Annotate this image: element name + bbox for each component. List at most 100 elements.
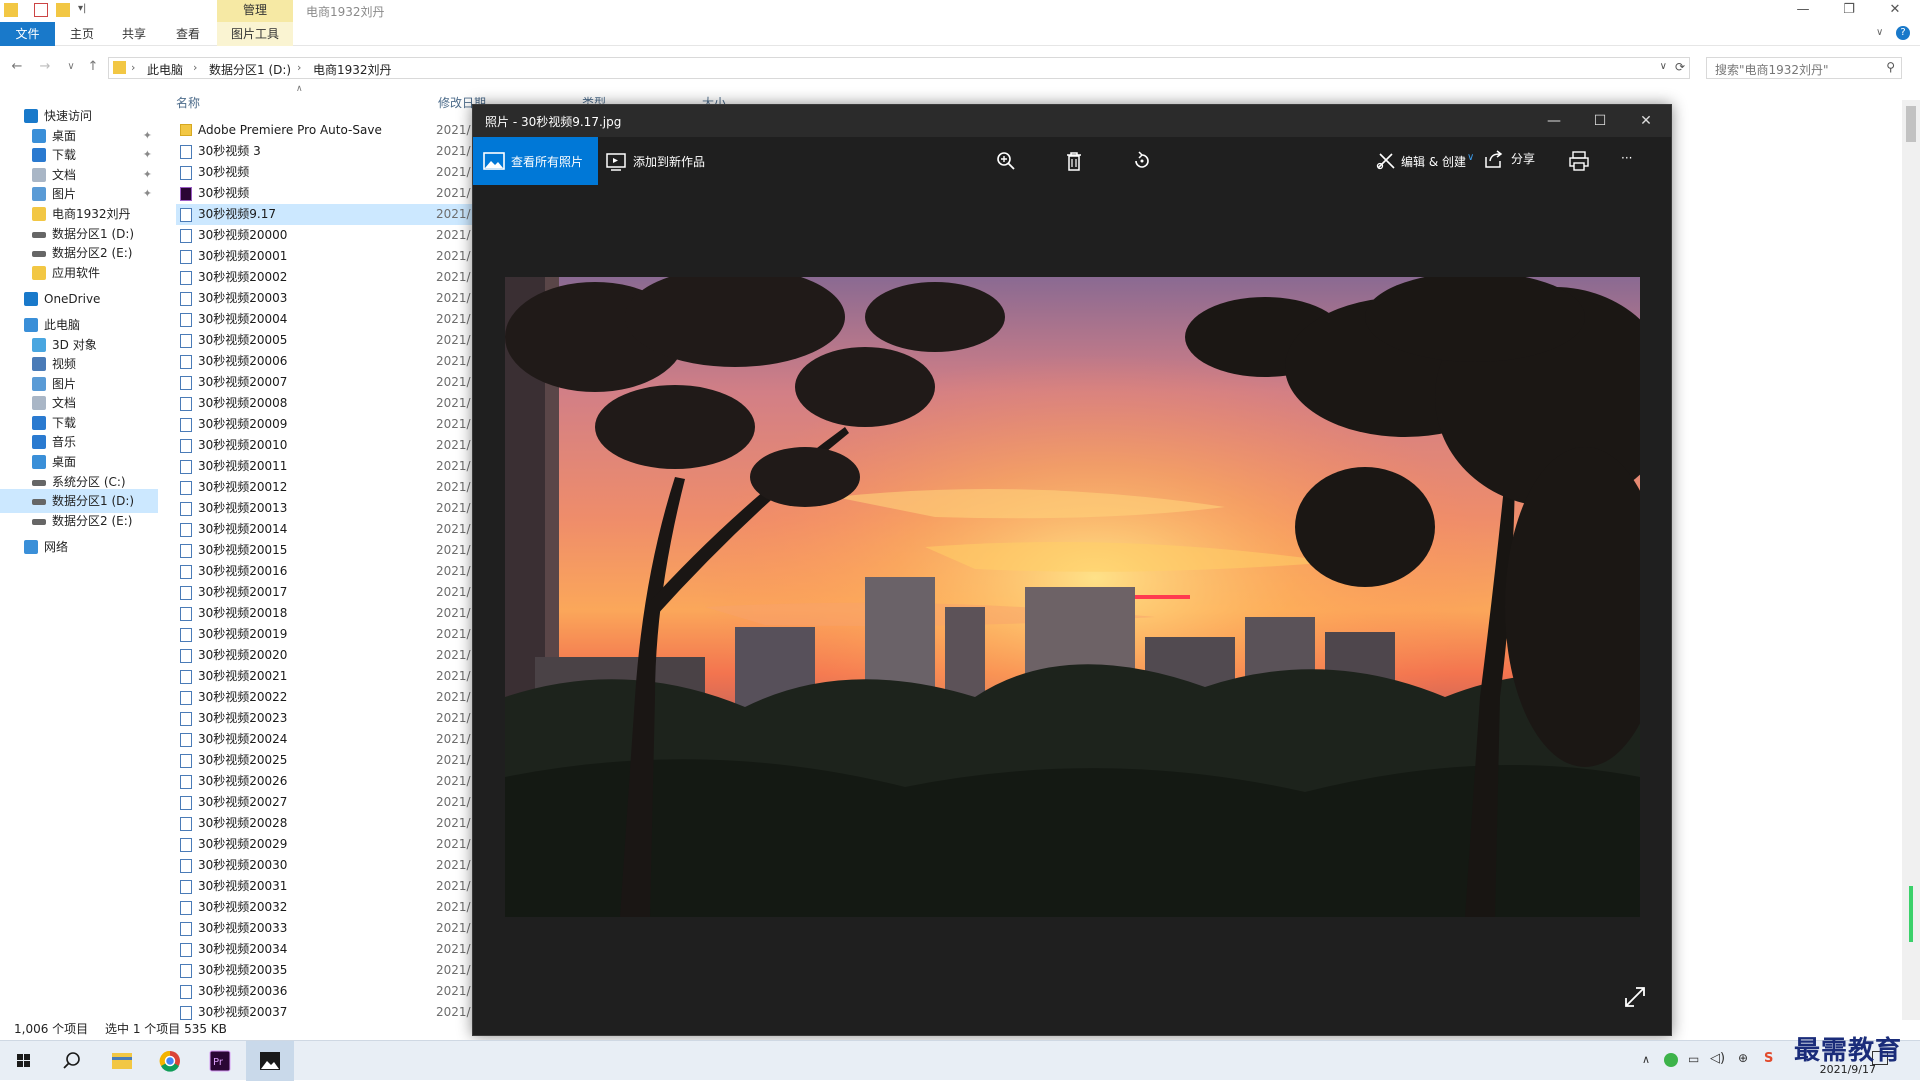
- breadcrumb-drive-d[interactable]: 数据分区1 (D:): [209, 61, 291, 78]
- zoom-in-icon[interactable]: [995, 151, 1017, 171]
- photos-taskbar-button[interactable]: [246, 1041, 294, 1081]
- file-row[interactable]: 30秒视频20001 2021/: [176, 246, 496, 267]
- tray-app-icon[interactable]: [1664, 1053, 1678, 1067]
- file-row[interactable]: 30秒视频20010 2021/: [176, 435, 496, 456]
- file-row[interactable]: 30秒视频20005 2021/: [176, 330, 496, 351]
- file-row[interactable]: 30秒视频 2021/: [176, 162, 496, 183]
- properties-icon[interactable]: [34, 3, 48, 17]
- scrollbar-thumb[interactable]: [1906, 106, 1916, 142]
- file-row[interactable]: 30秒视频20030 2021/: [176, 855, 496, 876]
- file-row[interactable]: 30秒视频20012 2021/: [176, 477, 496, 498]
- tray-overflow-icon[interactable]: ∧: [1642, 1053, 1650, 1066]
- file-row[interactable]: 30秒视频20024 2021/: [176, 729, 496, 750]
- full-screen-icon[interactable]: [1623, 985, 1647, 1009]
- premiere-taskbar-button[interactable]: Pr: [196, 1041, 244, 1081]
- add-to-creation-button[interactable]: 添加到新作品: [605, 137, 715, 185]
- file-row[interactable]: 30秒视频20002 2021/: [176, 267, 496, 288]
- forward-icon[interactable]: →: [36, 58, 54, 76]
- file-row[interactable]: 30秒视频 3 2021/: [176, 141, 496, 162]
- quick-access-dropdown-icon[interactable]: ▾|: [78, 3, 86, 14]
- search-icon[interactable]: ⚲: [1886, 60, 1895, 74]
- tab-picture-tools[interactable]: 图片工具: [217, 22, 293, 46]
- delete-icon[interactable]: [1063, 151, 1085, 171]
- refresh-icon[interactable]: ⟳: [1675, 60, 1685, 74]
- file-row[interactable]: 30秒视频20015 2021/: [176, 540, 496, 561]
- breadcrumb-this-pc[interactable]: 此电脑: [147, 61, 183, 78]
- help-icon[interactable]: ?: [1896, 26, 1910, 40]
- file-row[interactable]: 30秒视频20007 2021/: [176, 372, 496, 393]
- nav-item[interactable]: 数据分区2 (E:): [0, 509, 158, 533]
- file-row[interactable]: 30秒视频20009 2021/: [176, 414, 496, 435]
- file-row[interactable]: 30秒视频20014 2021/: [176, 519, 496, 540]
- sogou-ime-icon[interactable]: S: [1764, 1051, 1773, 1066]
- file-row[interactable]: 30秒视频20003 2021/: [176, 288, 496, 309]
- volume-icon[interactable]: ◁): [1710, 1051, 1725, 1066]
- network-icon[interactable]: ▭: [1688, 1052, 1699, 1066]
- tab-file[interactable]: 文件: [0, 22, 55, 46]
- breadcrumb-current-folder[interactable]: 电商1932刘丹: [313, 61, 392, 78]
- breadcrumb-separator-icon[interactable]: ›: [297, 61, 301, 74]
- file-row[interactable]: 30秒视频20016 2021/: [176, 561, 496, 582]
- more-options-button[interactable]: ···: [1615, 137, 1645, 185]
- search-input[interactable]: 搜索"电商1932刘丹" ⚲: [1706, 57, 1902, 79]
- file-row[interactable]: 30秒视频9.17 2021/: [176, 204, 496, 225]
- file-row[interactable]: 30秒视频20022 2021/: [176, 687, 496, 708]
- file-row[interactable]: 30秒视频20008 2021/: [176, 393, 496, 414]
- nav-item[interactable]: 网络: [0, 535, 158, 559]
- back-icon[interactable]: ←: [8, 58, 26, 76]
- file-row[interactable]: 30秒视频20017 2021/: [176, 582, 496, 603]
- file-row[interactable]: 30秒视频 2021/: [176, 183, 496, 204]
- file-row[interactable]: 30秒视频20011 2021/: [176, 456, 496, 477]
- print-icon[interactable]: [1568, 151, 1590, 171]
- share-button[interactable]: 分享: [1483, 137, 1543, 185]
- file-row[interactable]: 30秒视频20004 2021/: [176, 309, 496, 330]
- tab-home[interactable]: 主页: [64, 22, 100, 46]
- start-button[interactable]: [0, 1041, 48, 1081]
- vertical-scrollbar[interactable]: [1902, 100, 1920, 1020]
- new-folder-icon[interactable]: [56, 3, 70, 17]
- file-row[interactable]: 30秒视频20018 2021/: [176, 603, 496, 624]
- input-method-icon[interactable]: ⊕: [1738, 1051, 1748, 1065]
- file-row[interactable]: 30秒视频20013 2021/: [176, 498, 496, 519]
- tab-share[interactable]: 共享: [116, 22, 152, 46]
- photos-maximize-button[interactable]: ☐: [1577, 105, 1623, 137]
- search-taskbar-button[interactable]: [48, 1041, 96, 1081]
- file-explorer-taskbar-button[interactable]: [98, 1041, 146, 1081]
- nav-item[interactable]: OneDrive: [0, 287, 158, 311]
- file-row[interactable]: 30秒视频20029 2021/: [176, 834, 496, 855]
- file-row[interactable]: 30秒视频20019 2021/: [176, 624, 496, 645]
- photos-close-button[interactable]: ✕: [1623, 105, 1669, 137]
- breadcrumb-separator-icon[interactable]: ›: [193, 61, 197, 74]
- column-header-name[interactable]: 名称: [176, 94, 200, 111]
- recent-locations-icon[interactable]: ∨: [62, 58, 80, 76]
- photo-sunset-image[interactable]: [505, 277, 1640, 917]
- file-row[interactable]: 30秒视频20026 2021/: [176, 771, 496, 792]
- file-row[interactable]: 30秒视频20031 2021/: [176, 876, 496, 897]
- up-icon[interactable]: ↑: [84, 58, 102, 76]
- file-row[interactable]: 30秒视频20035 2021/: [176, 960, 496, 981]
- tab-view[interactable]: 查看: [170, 22, 206, 46]
- chrome-taskbar-button[interactable]: [146, 1041, 194, 1081]
- file-row[interactable]: 30秒视频20034 2021/: [176, 939, 496, 960]
- file-row[interactable]: 30秒视频20036 2021/: [176, 981, 496, 1002]
- edit-and-create-button[interactable]: 编辑 & 创建 ∨: [1375, 137, 1485, 185]
- file-row[interactable]: 30秒视频20020 2021/: [176, 645, 496, 666]
- file-row[interactable]: 30秒视频20006 2021/: [176, 351, 496, 372]
- file-row[interactable]: 30秒视频20032 2021/: [176, 897, 496, 918]
- minimize-button[interactable]: —: [1780, 0, 1826, 22]
- file-row[interactable]: 30秒视频20000 2021/: [176, 225, 496, 246]
- address-box[interactable]: › 此电脑 › 数据分区1 (D:) › 电商1932刘丹 ∨ ⟳: [108, 57, 1690, 79]
- restore-button[interactable]: ❐: [1826, 0, 1872, 22]
- file-row[interactable]: 30秒视频20021 2021/: [176, 666, 496, 687]
- rotate-icon[interactable]: [1131, 151, 1153, 171]
- file-row[interactable]: Adobe Premiere Pro Auto-Save 2021/: [176, 120, 496, 141]
- nav-item[interactable]: 应用软件: [0, 261, 158, 285]
- view-all-photos-button[interactable]: 查看所有照片: [473, 137, 598, 185]
- close-button[interactable]: ✕: [1872, 0, 1918, 22]
- ribbon-expand-icon[interactable]: ∨: [1876, 27, 1883, 38]
- file-row[interactable]: 30秒视频20028 2021/: [176, 813, 496, 834]
- photos-minimize-button[interactable]: —: [1531, 105, 1577, 137]
- ribbon-context-tab-manage[interactable]: 管理: [217, 0, 293, 22]
- address-history-dropdown-icon[interactable]: ∨: [1660, 61, 1667, 72]
- file-row[interactable]: 30秒视频20033 2021/: [176, 918, 496, 939]
